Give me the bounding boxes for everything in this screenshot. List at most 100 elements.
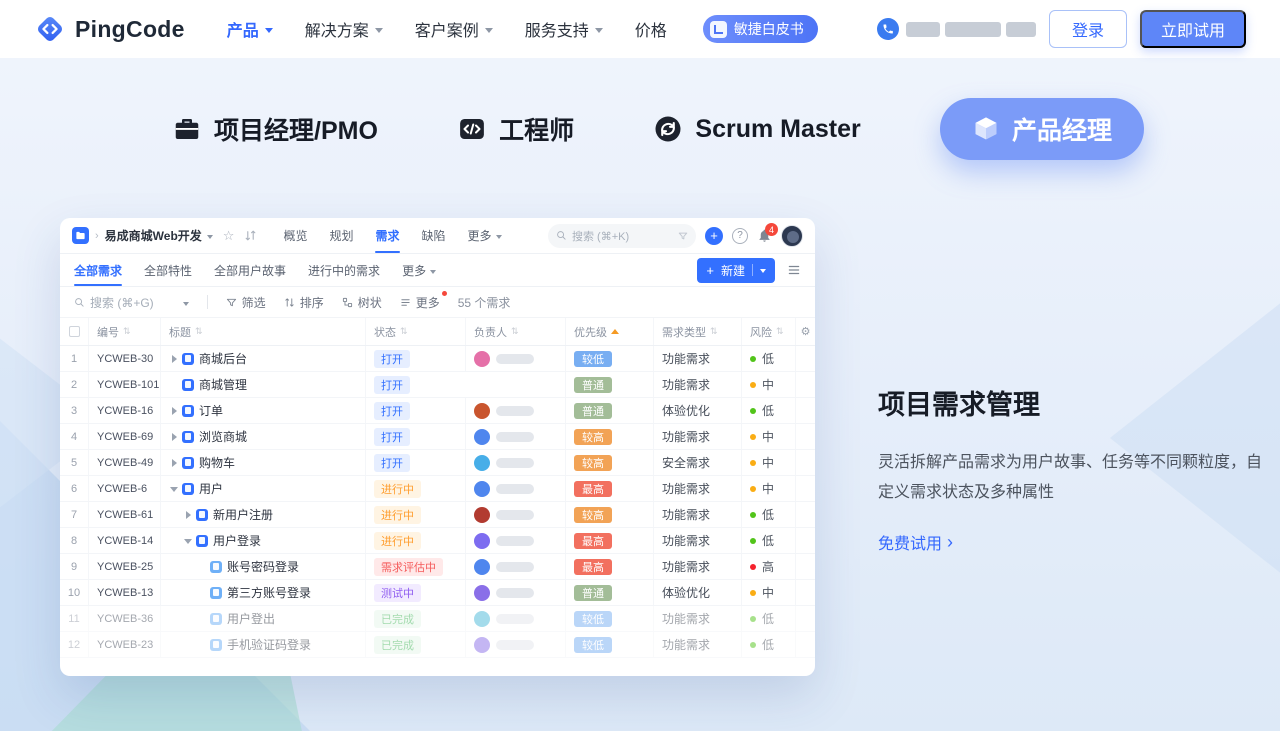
table-row[interactable]: 7 YCWEB-61 新用户注册 进行中 较高 功能需求 低 <box>60 502 815 528</box>
more-options-button[interactable]: 更多 <box>400 294 440 311</box>
issue-title[interactable]: 手机验证码登录 <box>227 636 311 653</box>
status-badge[interactable]: 进行中 <box>374 506 421 524</box>
notifications-bell-icon[interactable]: 4 <box>757 228 772 243</box>
priority-badge[interactable]: 普通 <box>574 585 612 601</box>
column-header-title[interactable]: 标题⇅ <box>160 318 365 345</box>
tab-defects[interactable]: 缺陷 <box>422 218 446 253</box>
filter-button[interactable]: 筛选 <box>226 294 266 311</box>
status-badge[interactable]: 测试中 <box>374 584 421 602</box>
priority-badge[interactable]: 普通 <box>574 377 612 393</box>
issue-title[interactable]: 用户登出 <box>227 610 275 627</box>
subtab-more[interactable]: 更多 <box>402 254 436 286</box>
table-row[interactable]: 9 YCWEB-25 账号密码登录 需求评估中 最高 功能需求 高 <box>60 554 815 580</box>
whitepaper-badge[interactable]: 敏捷白皮书 <box>703 15 818 43</box>
priority-badge[interactable]: 较低 <box>574 351 612 367</box>
status-badge[interactable]: 打开 <box>374 428 410 446</box>
priority-badge[interactable]: 较低 <box>574 611 612 627</box>
column-header-risk[interactable]: 风险⇅ <box>741 318 795 345</box>
priority-badge[interactable]: 较低 <box>574 637 612 653</box>
status-badge[interactable]: 打开 <box>374 376 410 394</box>
expand-icon[interactable] <box>197 614 207 624</box>
table-row[interactable]: 2 YCWEB-101 商城管理 打开 普通 功能需求 中 <box>60 372 815 398</box>
table-settings-gear-icon[interactable]: ⚙ <box>795 318 815 345</box>
expand-icon[interactable] <box>197 562 207 572</box>
expand-icon[interactable] <box>169 458 179 468</box>
table-row[interactable]: 3 YCWEB-16 订单 打开 普通 体验优化 低 <box>60 398 815 424</box>
table-row[interactable]: 11 YCWEB-36 用户登出 已完成 较低 功能需求 低 <box>60 606 815 632</box>
table-row[interactable]: 4 YCWEB-69 浏览商城 打开 较高 功能需求 中 <box>60 424 815 450</box>
table-row[interactable]: 5 YCWEB-49 购物车 打开 较高 安全需求 中 <box>60 450 815 476</box>
expand-icon[interactable] <box>169 406 179 416</box>
column-header-type[interactable]: 需求类型⇅ <box>653 318 741 345</box>
expand-icon[interactable] <box>169 354 179 364</box>
status-badge[interactable]: 进行中 <box>374 480 421 498</box>
nav-item-pricing[interactable]: 价格 <box>635 17 667 41</box>
issue-title[interactable]: 商城管理 <box>199 376 247 393</box>
priority-badge[interactable]: 最高 <box>574 559 612 575</box>
status-badge[interactable]: 打开 <box>374 402 410 420</box>
sort-button[interactable]: 排序 <box>284 294 324 311</box>
expand-icon[interactable] <box>197 588 207 598</box>
tab-overview[interactable]: 概览 <box>283 218 307 253</box>
priority-badge[interactable]: 最高 <box>574 533 612 549</box>
priority-badge[interactable]: 较高 <box>574 455 612 471</box>
expand-icon[interactable] <box>197 640 207 650</box>
free-trial-link[interactable]: 免费试用› <box>878 530 953 554</box>
table-row[interactable]: 12 YCWEB-23 手机验证码登录 已完成 较低 功能需求 低 <box>60 632 815 658</box>
priority-badge[interactable]: 普通 <box>574 403 612 419</box>
project-folder-icon[interactable] <box>72 227 89 244</box>
status-badge[interactable]: 打开 <box>374 454 410 472</box>
project-breadcrumb[interactable]: 易成商城Web开发 <box>105 227 213 244</box>
subtab-all-features[interactable]: 全部特性 <box>144 254 192 286</box>
persona-tab-engineer[interactable]: 工程师 <box>457 111 574 147</box>
status-badge[interactable]: 已完成 <box>374 610 421 628</box>
expand-icon[interactable] <box>183 510 193 520</box>
star-favorite-icon[interactable]: ☆ <box>223 228 235 244</box>
table-row[interactable]: 1 YCWEB-30 商城后台 打开 较低 功能需求 低 <box>60 346 815 372</box>
select-all-checkbox[interactable] <box>69 326 80 337</box>
expand-icon[interactable] <box>169 484 179 494</box>
priority-badge[interactable]: 最高 <box>574 481 612 497</box>
column-header-status[interactable]: 状态⇅ <box>365 318 465 345</box>
column-header-id[interactable]: 编号⇅ <box>88 318 160 345</box>
issue-title[interactable]: 购物车 <box>199 454 235 471</box>
quick-create-button[interactable]: + <box>705 227 723 245</box>
subtab-in-progress[interactable]: 进行中的需求 <box>308 254 380 286</box>
issue-title[interactable]: 第三方账号登录 <box>227 584 311 601</box>
status-badge[interactable]: 需求评估中 <box>374 558 443 576</box>
subtab-all-requirements[interactable]: 全部需求 <box>74 254 122 286</box>
table-row[interactable]: 8 YCWEB-14 用户登录 进行中 最高 功能需求 低 <box>60 528 815 554</box>
help-icon[interactable]: ? <box>732 228 748 244</box>
column-header-assignee[interactable]: 负责人⇅ <box>465 318 565 345</box>
persona-tab-project-manager[interactable]: 项目经理/PMO <box>172 111 378 147</box>
persona-tab-scrum-master[interactable]: Scrum Master <box>653 114 860 144</box>
global-search-input[interactable]: 搜索 (⌘+K) <box>548 224 696 248</box>
switch-view-icon[interactable] <box>244 229 257 242</box>
tab-requirements[interactable]: 需求 <box>375 218 399 253</box>
issue-title[interactable]: 商城后台 <box>199 350 247 367</box>
issue-title[interactable]: 订单 <box>199 402 223 419</box>
nav-item-support[interactable]: 服务支持 <box>525 17 603 41</box>
priority-badge[interactable]: 较高 <box>574 507 612 523</box>
free-trial-button[interactable]: 立即试用 <box>1140 10 1246 48</box>
expand-icon[interactable] <box>169 380 179 390</box>
expand-icon[interactable] <box>183 536 193 546</box>
pingcode-logo[interactable]: PingCode <box>34 13 185 45</box>
nav-item-customers[interactable]: 客户案例 <box>415 17 493 41</box>
expand-icon[interactable] <box>169 432 179 442</box>
list-view-icon[interactable] <box>787 263 801 277</box>
nav-item-products[interactable]: 产品 <box>227 17 273 41</box>
status-badge[interactable]: 进行中 <box>374 532 421 550</box>
table-row[interactable]: 6 YCWEB-6 用户 进行中 最高 功能需求 中 <box>60 476 815 502</box>
nav-item-solutions[interactable]: 解决方案 <box>305 17 383 41</box>
issue-title[interactable]: 新用户注册 <box>213 506 273 523</box>
priority-badge[interactable]: 较高 <box>574 429 612 445</box>
login-button[interactable]: 登录 <box>1049 10 1127 48</box>
new-item-button[interactable]: + 新建 <box>697 258 775 283</box>
user-avatar[interactable] <box>781 225 803 247</box>
persona-tab-product-manager[interactable]: 产品经理 <box>940 98 1144 160</box>
table-row[interactable]: 10 YCWEB-13 第三方账号登录 测试中 普通 体验优化 中 <box>60 580 815 606</box>
tab-planning[interactable]: 规划 <box>329 218 353 253</box>
tab-more[interactable]: 更多 <box>468 218 502 253</box>
issue-title[interactable]: 用户登录 <box>213 532 261 549</box>
